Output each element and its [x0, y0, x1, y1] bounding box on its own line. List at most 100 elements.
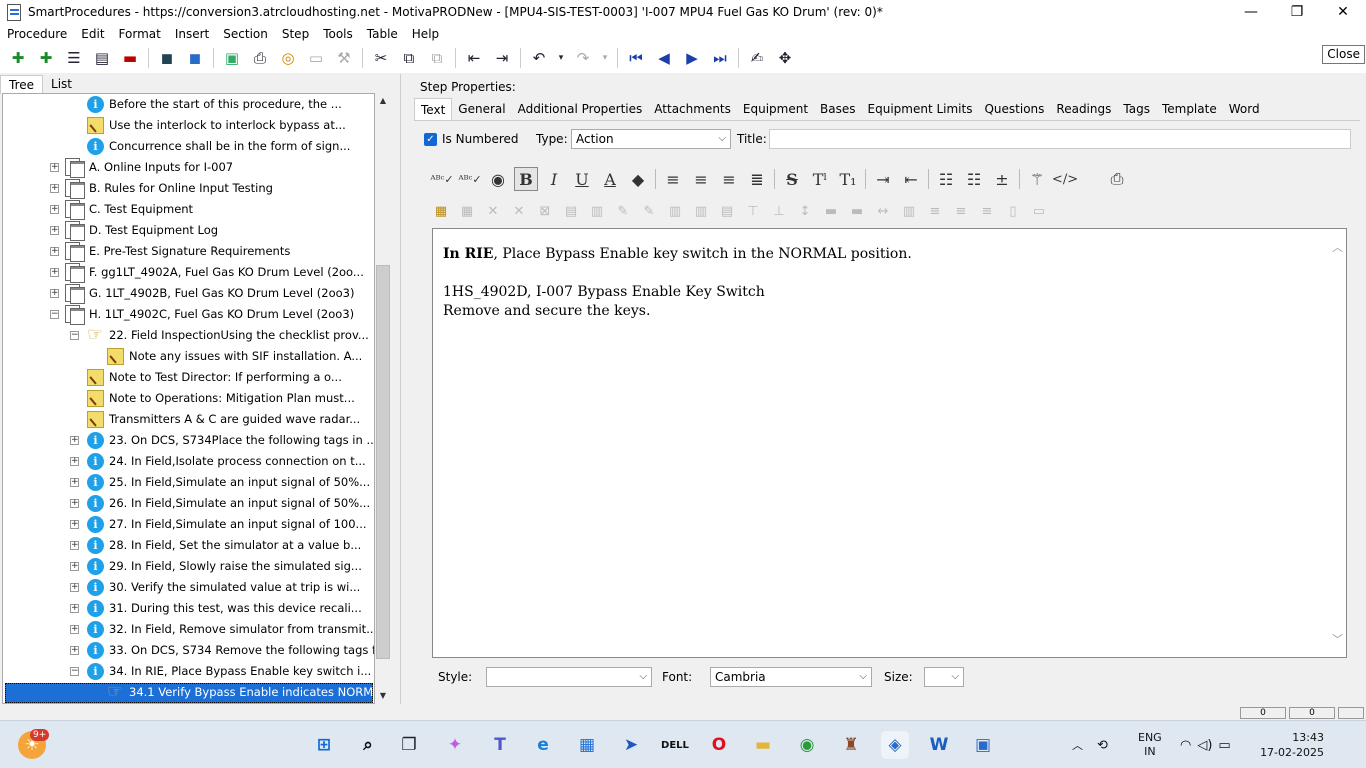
bold-button[interactable]: B	[514, 167, 538, 191]
tree-item[interactable]: i Before the start of this procedure, the…	[3, 94, 373, 115]
expand-icon[interactable]: +	[70, 583, 79, 592]
minimize-button[interactable]: —	[1228, 0, 1274, 24]
increase-indent-icon[interactable]: ⇥	[871, 167, 895, 191]
size-select[interactable]: ⌵	[924, 667, 964, 687]
tree-item[interactable]: − i 34. In RIE, Place Bypass Enable key sw…	[3, 661, 373, 682]
collapse-icon[interactable]: −	[50, 310, 59, 319]
list-icon[interactable]: ☰	[63, 47, 85, 69]
html-source-icon[interactable]: </>	[1052, 167, 1078, 191]
expand-icon[interactable]: +	[50, 289, 59, 298]
tree-item[interactable]: + i 30. Verify the simulated value at trip…	[3, 577, 373, 598]
tab-readings[interactable]: Readings	[1050, 98, 1117, 120]
table-props-icon[interactable]: ▦	[457, 201, 477, 221]
spellcheck-all-icon[interactable]: ᴬᴮᶜ✓	[458, 167, 482, 191]
tab-bases[interactable]: Bases	[814, 98, 861, 120]
merge-cells-icon[interactable]: ▤	[561, 201, 581, 221]
chrome-icon[interactable]: ◉	[793, 731, 821, 759]
distribute-cols-icon[interactable]: ▥	[899, 201, 919, 221]
paste-icon[interactable]: ⧉	[426, 47, 448, 69]
search-icon[interactable]: ⌕	[354, 731, 382, 759]
tab-additional-properties[interactable]: Additional Properties	[512, 98, 649, 120]
tree-item[interactable]: Note any issues with SIF installation. A…	[3, 346, 373, 367]
tree-item[interactable]: + D. Test Equipment Log	[3, 220, 373, 241]
tab-general[interactable]: General	[452, 98, 511, 120]
menu-procedure[interactable]: Procedure	[0, 25, 74, 43]
window-icon[interactable]: ▭	[305, 47, 327, 69]
save-icon[interactable]: ◼	[156, 47, 178, 69]
menu-help[interactable]: Help	[405, 25, 446, 43]
outdent-icon[interactable]: ⇤	[463, 47, 485, 69]
indent-icon[interactable]: ⇥	[491, 47, 513, 69]
menu-section[interactable]: Section	[216, 25, 275, 43]
print-icon[interactable]: ⎙	[249, 47, 271, 69]
italic-button[interactable]: I	[542, 167, 566, 191]
is-numbered-checkbox[interactable]: ✓	[424, 132, 437, 146]
expand-icon[interactable]: +	[50, 226, 59, 235]
word-icon[interactable]: W	[925, 731, 953, 759]
opera-icon[interactable]: O	[705, 731, 733, 759]
tab-questions[interactable]: Questions	[978, 98, 1050, 120]
windows-start-icon[interactable]: ⊞	[310, 731, 338, 759]
row-below-icon[interactable]: ⊥	[769, 201, 789, 221]
quick-settings[interactable]: ◠ ◁) ▭	[1180, 721, 1231, 768]
insert-col-right-icon[interactable]: ▥	[691, 201, 711, 221]
undo-icon[interactable]: ↶	[528, 47, 550, 69]
add-child-icon[interactable]: ✚	[35, 47, 57, 69]
next-icon[interactable]: ▶	[681, 47, 703, 69]
tab-template[interactable]: Template	[1156, 98, 1223, 120]
insert-row-icon[interactable]: ▤	[717, 201, 737, 221]
expand-icon[interactable]: +	[50, 247, 59, 256]
expand-icon[interactable]: +	[50, 184, 59, 193]
spellcheck-icon[interactable]: ᴬᴮᶜ✓	[430, 167, 454, 191]
edge-icon[interactable]: e	[529, 731, 557, 759]
row-height-icon[interactable]: ↕	[795, 201, 815, 221]
scroll-thumb[interactable]	[376, 265, 390, 659]
tab-equipment[interactable]: Equipment	[737, 98, 814, 120]
move-icon[interactable]: ✥	[774, 47, 796, 69]
menu-table[interactable]: Table	[360, 25, 405, 43]
copilot-icon[interactable]: ✦	[441, 731, 469, 759]
align-center-icon[interactable]: ≡	[689, 167, 713, 191]
expand-icon[interactable]: +	[70, 604, 79, 613]
menu-tools[interactable]: Tools	[316, 25, 360, 43]
tree-item[interactable]: + i 29. In Field, Slowly raise the simulat…	[3, 556, 373, 577]
cell-style-icon[interactable]: ✎	[639, 201, 659, 221]
chevron-up-icon[interactable]: ︿	[1332, 239, 1343, 255]
delete-col-icon[interactable]: ⊠	[535, 201, 555, 221]
subscript-button[interactable]: T₁	[836, 167, 860, 191]
previous-icon[interactable]: ◀	[653, 47, 675, 69]
save-as-icon[interactable]: ◼	[184, 47, 206, 69]
chevron-down-icon[interactable]: ﹀	[1332, 631, 1343, 647]
last-icon[interactable]: ⏭	[709, 47, 731, 69]
expand-icon[interactable]: +	[70, 541, 79, 550]
tree-scrollbar[interactable]: ▲ ▼	[375, 93, 391, 704]
tab-word[interactable]: Word	[1223, 98, 1266, 120]
tree-item[interactable]: Note to Operations: Mitigation Plan must…	[3, 388, 373, 409]
file-explorer-icon[interactable]: ▬	[749, 731, 777, 759]
numbered-list-icon[interactable]: ☷	[962, 167, 986, 191]
expand-icon[interactable]: +	[70, 478, 79, 487]
tree-item[interactable]: Note to Test Director: If performing a o…	[3, 367, 373, 388]
font-select[interactable]: Cambria ⌵	[710, 667, 872, 687]
tree-item[interactable]: + i 24. In Field,Isolate process connectio…	[3, 451, 373, 472]
cell-edit-icon[interactable]: ✎	[613, 201, 633, 221]
tree-item[interactable]: + i 32. In Field, Remove simulator from tr…	[3, 619, 374, 640]
tree-item[interactable]: + C. Test Equipment	[3, 199, 373, 220]
expand-icon[interactable]: +	[70, 625, 79, 634]
expand-icon[interactable]: +	[70, 646, 79, 655]
underline-button[interactable]: U	[570, 167, 594, 191]
app-icon-gray[interactable]: ♜	[837, 731, 865, 759]
delete-cell-icon[interactable]: ✕	[483, 201, 503, 221]
tree-item[interactable]: + A. Online Inputs for I-007	[3, 157, 373, 178]
split-cells-icon[interactable]: ▥	[587, 201, 607, 221]
tree-item[interactable]: + i 25. In Field,Simulate an input signal …	[3, 472, 373, 493]
col-width-icon[interactable]: ↔	[873, 201, 893, 221]
language-indicator[interactable]: ENG IN	[1138, 721, 1162, 768]
expand-icon[interactable]: +	[70, 520, 79, 529]
justify-icon[interactable]: ≣	[745, 167, 769, 191]
decrease-indent-icon[interactable]: ⇤	[899, 167, 923, 191]
tab-tags[interactable]: Tags	[1117, 98, 1156, 120]
tree-item[interactable]: i Concurrence shall be in the form of sig…	[3, 136, 373, 157]
tree-item-selected[interactable]: 34.1 Verify Bypass Enable indicates NORM…	[3, 681, 374, 703]
tree-item[interactable]: + B. Rules for Online Input Testing	[3, 178, 373, 199]
